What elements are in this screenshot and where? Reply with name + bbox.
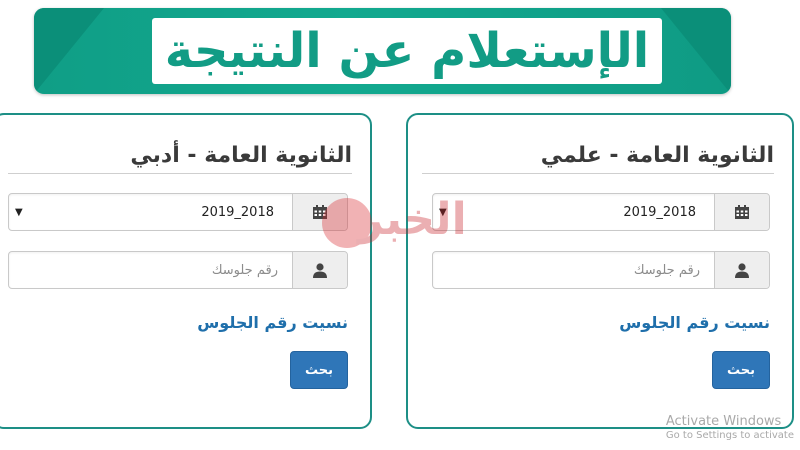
year-select-box[interactable]: ▼ 2019_2018 bbox=[9, 194, 292, 230]
literary-forgot-seat-link[interactable]: نسيت رقم الجلوس bbox=[197, 313, 348, 332]
science-card-title: الثانوية العامة - علمي bbox=[540, 143, 774, 168]
literary-seat-field[interactable] bbox=[8, 251, 348, 289]
user-icon bbox=[735, 263, 749, 278]
user-icon bbox=[313, 263, 327, 278]
activation-title: Activate Windows bbox=[665, 414, 782, 429]
calendar-addon bbox=[714, 194, 769, 230]
science-forgot-seat-link[interactable]: نسيت رقم الجلوس bbox=[619, 313, 770, 332]
literary-search-button[interactable]: بحث bbox=[290, 351, 348, 389]
user-addon bbox=[714, 252, 769, 288]
science-seat-field[interactable] bbox=[432, 251, 770, 289]
card-divider bbox=[8, 173, 352, 174]
year-select-box[interactable]: ▼ 2019_2018 bbox=[433, 194, 714, 230]
literary-card-title: الثانوية العامة - أدبي bbox=[130, 143, 352, 168]
card-divider bbox=[422, 173, 774, 174]
caret-down-icon: ▼ bbox=[439, 207, 447, 218]
activation-subtitle: Go to Settings to activate bbox=[665, 430, 794, 442]
caret-down-icon: ▼ bbox=[15, 207, 23, 218]
science-search-button[interactable]: بحث bbox=[712, 351, 770, 389]
banner-panel: الإستعلام عن النتيجة bbox=[152, 18, 662, 84]
science-seat-number-input[interactable] bbox=[433, 252, 714, 288]
year-select-value: 2019_2018 bbox=[623, 204, 696, 220]
calendar-icon bbox=[735, 205, 749, 219]
banner-decoration-left bbox=[34, 8, 104, 94]
science-year-select[interactable]: ▼ 2019_2018 bbox=[432, 193, 770, 231]
windows-activation-notice: Activate Windows Go to Settings to activ… bbox=[666, 414, 794, 443]
literary-result-card: الثانوية العامة - أدبي ▼ 2019_2018 رقم ج… bbox=[0, 113, 372, 429]
calendar-icon bbox=[313, 205, 327, 219]
seat-input-wrapper[interactable] bbox=[433, 252, 714, 288]
header-banner: الإستعلام عن النتيجة bbox=[34, 8, 731, 94]
literary-year-select[interactable]: ▼ 2019_2018 bbox=[8, 193, 348, 231]
user-addon bbox=[292, 252, 347, 288]
literary-seat-number-input[interactable] bbox=[9, 252, 292, 288]
calendar-addon bbox=[292, 194, 347, 230]
science-result-card: الثانوية العامة - علمي ▼ 2019_2018 رقم ج… bbox=[406, 113, 794, 429]
page-title: الإستعلام عن النتيجة bbox=[164, 23, 650, 79]
year-select-value: 2019_2018 bbox=[201, 204, 274, 220]
seat-input-wrapper[interactable] bbox=[9, 252, 292, 288]
banner-decoration-right bbox=[661, 8, 731, 94]
